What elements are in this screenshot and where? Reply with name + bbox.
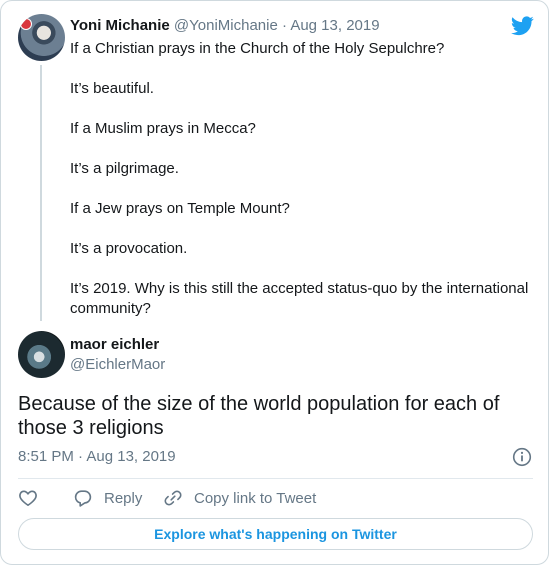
copy-link-label: Copy link to Tweet <box>194 489 317 507</box>
avatar-maor-eichler[interactable] <box>18 331 65 378</box>
tweet-text-line: If a Muslim prays in Mecca? <box>70 120 256 137</box>
heart-icon <box>19 490 37 506</box>
info-icon[interactable] <box>512 447 532 467</box>
tweet-text-line: If a Jew prays on Temple Mount? <box>70 200 290 217</box>
tweet-text-line: It’s a provocation. <box>70 240 188 257</box>
tweet-text-line: It’s beautiful. <box>70 80 154 97</box>
avatar-badge <box>20 18 32 30</box>
avatar-yoni-michanie[interactable] <box>18 14 65 61</box>
reply-icon <box>74 490 92 507</box>
twitter-bird-icon[interactable] <box>511 16 534 36</box>
reply-author-handle[interactable]: @EichlerMaor <box>70 356 165 373</box>
reply-label: Reply <box>104 489 143 507</box>
link-icon <box>164 490 182 506</box>
like-button[interactable] <box>18 488 38 508</box>
thread-connector-line <box>40 65 42 321</box>
reply-author-name[interactable]: maor eichler <box>70 336 159 353</box>
author-name[interactable]: Yoni Michanie <box>70 17 170 34</box>
tweet-text-line: If a Christian prays in the Church of th… <box>70 40 445 57</box>
reply-tweet-text: Because of the size of the world populat… <box>18 393 500 439</box>
author-handle[interactable]: @YoniMichanie <box>174 17 278 34</box>
copy-link-button[interactable]: Copy link to Tweet <box>163 488 316 508</box>
tweet-date[interactable]: Aug 13, 2019 <box>290 17 379 34</box>
divider <box>18 478 533 479</box>
explore-twitter-button[interactable]: Explore what's happening on Twitter <box>18 518 533 550</box>
tweet-timestamp[interactable]: 8:51 PM · Aug 13, 2019 <box>18 448 176 465</box>
embedded-tweet-card: Yoni Michanie @YoniMichanie · Aug 13, 20… <box>0 0 549 565</box>
tweet-text-line: It’s a pilgrimage. <box>70 160 179 177</box>
reply-button[interactable]: Reply <box>73 488 142 508</box>
parent-tweet-header: Yoni Michanie @YoniMichanie · Aug 13, 20… <box>70 17 380 34</box>
tweet-text-line: It’s 2019. Why is this still the accepte… <box>70 280 529 317</box>
separator-dot: · <box>281 17 287 34</box>
